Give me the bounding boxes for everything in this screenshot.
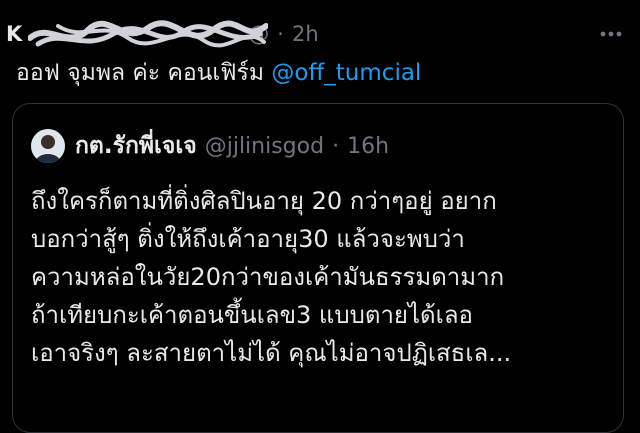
redaction-scribble: [28, 20, 268, 48]
avatar[interactable]: [31, 129, 65, 163]
quoted-author-name[interactable]: กต.รักพี่เจเจ: [75, 128, 197, 164]
separator-dot: ·: [277, 22, 284, 46]
separator-dot: ·: [332, 133, 340, 159]
tweet-header: K @ · 2h: [6, 18, 319, 50]
quoted-author-handle[interactable]: @jjlinisgod: [205, 134, 324, 159]
quoted-tweet-header: กต.รักพี่เจเจ @jjlinisgod · 16h: [31, 128, 389, 164]
quoted-tweet[interactable]: กต.รักพี่เจเจ @jjlinisgod · 16h ถึงใครก็…: [12, 103, 624, 433]
mention-link[interactable]: @off_tumcial: [271, 60, 421, 86]
tweet[interactable]: K @ · 2h ออฟ จุมพล ค่ะ คอนเฟิร์ม @off_tu…: [0, 0, 640, 433]
quoted-tweet-time[interactable]: 16h: [347, 134, 389, 159]
quoted-text-line: ถ้าเทียบกะเค้าตอนขึ้นเลข3 แบบตายได้เลอ: [31, 301, 473, 329]
quoted-text-line: เอาจริงๆ ละสายตาไม่ได้ คุณไม่อาจปฏิเสธเล…: [31, 339, 512, 367]
quoted-tweet-text: ถึงใครก็ตามที่ติ่งศิลปินอายุ 20 กว่าๆอยู…: [31, 182, 611, 372]
quoted-text-line: บอกว่าสู้ๆ ติ่งให้ถึงเค้าอายุ30 แล้วจะพบ…: [31, 225, 465, 253]
author-name[interactable]: K: [6, 20, 268, 48]
tweet-text-body: ออฟ จุมพล ค่ะ คอนเฟิร์ม: [16, 60, 265, 86]
tweet-text: ออฟ จุมพล ค่ะ คอนเฟิร์ม @off_tumcial: [16, 56, 421, 90]
tweet-time[interactable]: 2h: [292, 22, 319, 46]
quoted-text-line: ความหล่อในวัย20กว่าของเค้ามันธรรมดามาก: [31, 263, 505, 291]
more-horizontal-icon[interactable]: [596, 22, 626, 46]
author-name-text: K: [6, 22, 23, 46]
quoted-text-line: ถึงใครก็ตามที่ติ่งศิลปินอายุ 20 กว่าๆอยู…: [31, 187, 497, 215]
